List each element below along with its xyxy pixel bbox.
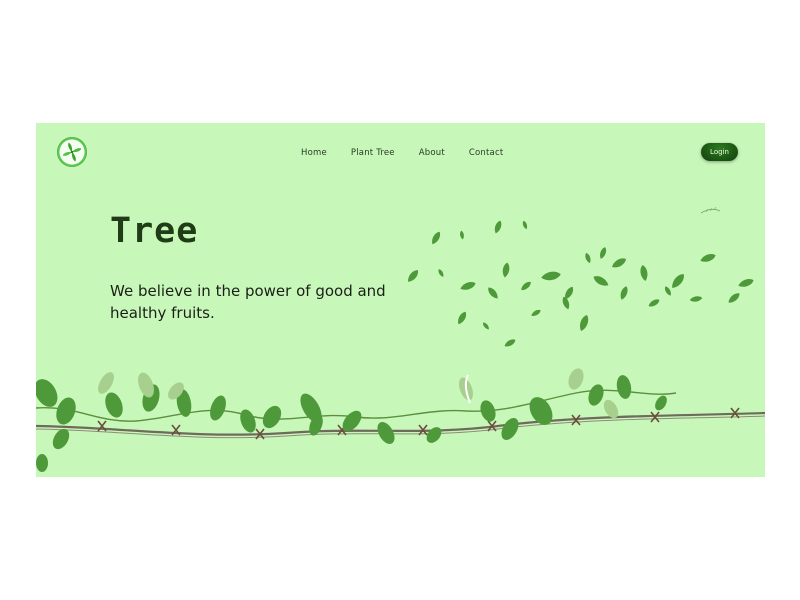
nav-contact-link[interactable]: Contact [469, 148, 503, 158]
nav-home-link[interactable]: Home [301, 148, 327, 158]
login-button[interactable]: Login [701, 143, 738, 161]
nav-about-link[interactable]: About [419, 148, 445, 158]
main-nav: Home Plant Tree About Contact [301, 148, 503, 158]
clover-icon[interactable] [57, 137, 87, 167]
vine-barbed-wire-illustration [36, 368, 765, 472]
hero-section: Home Plant Tree About Contact Login Tree… [36, 123, 765, 477]
hero-title: Tree [110, 211, 199, 251]
hero-tagline: We believe in the power of good and heal… [110, 282, 386, 322]
flying-leaves-illustration [405, 206, 755, 349]
nav-plant-tree-link[interactable]: Plant Tree [351, 148, 395, 158]
page: Home Plant Tree About Contact Login Tree… [0, 0, 800, 600]
clover-glyph [62, 142, 82, 162]
